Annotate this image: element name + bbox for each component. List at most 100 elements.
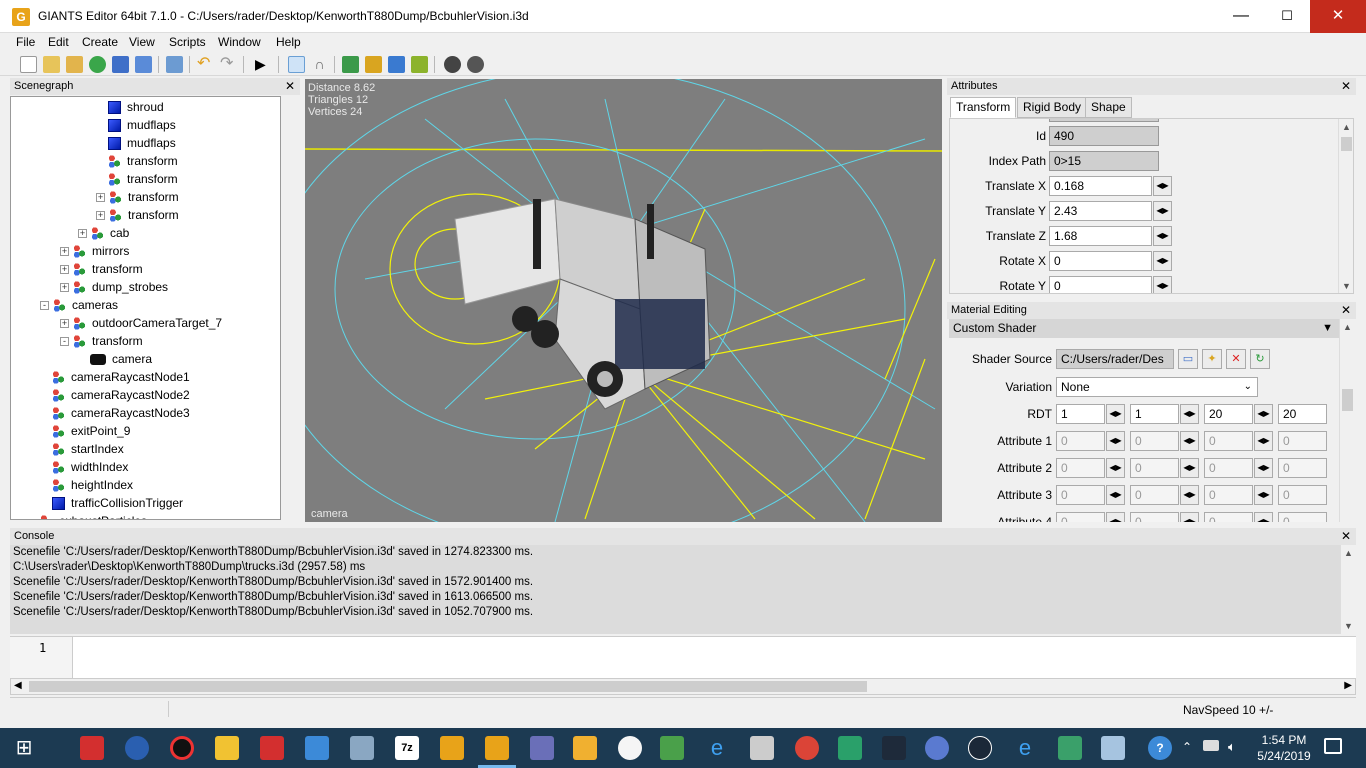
edit-icon[interactable] (66, 56, 83, 73)
itunes-icon[interactable] (618, 736, 642, 760)
plant-icon[interactable] (411, 56, 428, 73)
attributes-scrollbar[interactable]: ▲ ▼ (1338, 119, 1353, 293)
giants-app-icon[interactable] (80, 736, 104, 760)
shader-attribute-spinner-icon[interactable]: ◀▶ (1106, 431, 1125, 451)
shader-attribute-spinner-icon[interactable]: ◀▶ (1180, 431, 1199, 451)
app-icon[interactable] (838, 736, 862, 760)
taskbar-clock[interactable]: 1:54 PM 5/24/2019 (1254, 732, 1314, 764)
tray-chevron-icon[interactable]: ⌃ (1182, 740, 1192, 754)
app-icon[interactable] (125, 736, 149, 760)
giants-active-icon[interactable] (485, 736, 509, 760)
shader-attribute-spinner-icon[interactable]: ◀▶ (1254, 485, 1273, 505)
rotate-x-input[interactable]: 0 (1049, 251, 1152, 271)
shader-attribute-input[interactable]: 0 (1278, 431, 1327, 451)
rotate-y-spinner-icon[interactable]: ◀▶ (1153, 276, 1172, 293)
shader-attribute-input[interactable]: 0 (1130, 458, 1179, 478)
calculator-icon[interactable] (750, 736, 774, 760)
tab-rigid-body[interactable]: Rigid Body (1017, 97, 1088, 118)
tree-item[interactable]: + transform (96, 188, 179, 206)
save-icon[interactable] (112, 56, 129, 73)
tree-item[interactable]: cameraRaycastNode3 (52, 404, 190, 422)
scroll-right-icon[interactable]: ▶ (1344, 680, 1352, 691)
record-icon[interactable] (170, 736, 194, 760)
maximize-button[interactable]: ☐ (1264, 0, 1310, 33)
menu-create[interactable]: Create (82, 35, 118, 49)
menu-view[interactable]: View (129, 35, 155, 49)
media-player-icon[interactable] (573, 736, 597, 760)
rdt-spinner-icon[interactable]: ◀▶ (1180, 404, 1199, 424)
tree-item[interactable]: transform (108, 170, 178, 188)
menu-scripts[interactable]: Scripts (169, 35, 206, 49)
expand-icon[interactable]: + (60, 283, 69, 293)
app-icon[interactable] (530, 736, 554, 760)
app-icon[interactable] (350, 736, 374, 760)
shader-attribute-input[interactable]: 0 (1278, 512, 1327, 522)
shader-attribute-input[interactable]: 0 (1056, 512, 1105, 522)
rdt-spinner-icon[interactable]: ◀▶ (1106, 404, 1125, 424)
tree-item[interactable]: widthIndex (52, 458, 128, 476)
expand-icon[interactable]: + (60, 319, 69, 329)
shader-attribute-input[interactable]: 0 (1130, 512, 1179, 522)
collapse-icon[interactable]: - (40, 301, 49, 311)
tree-item[interactable]: + cab (78, 224, 129, 242)
menu-edit[interactable]: Edit (48, 35, 69, 49)
console-scrollbar[interactable]: ▲ ▼ (1340, 545, 1356, 634)
app-icon[interactable] (1058, 736, 1082, 760)
notification-icon[interactable] (1324, 738, 1342, 754)
refresh-shader-icon[interactable]: ↻ (1250, 349, 1270, 369)
scroll-up-icon[interactable]: ▲ (1341, 548, 1356, 558)
save-as-icon[interactable] (135, 56, 152, 73)
paint-terrain-icon[interactable] (365, 56, 382, 73)
redo-icon[interactable]: ↷ (220, 56, 237, 73)
tree-item[interactable]: camera (90, 350, 152, 368)
shader-attribute-spinner-icon[interactable]: ◀▶ (1106, 458, 1125, 478)
volume-icon[interactable]: 🔈︎ (1228, 739, 1236, 755)
tree-item[interactable]: - cameras (40, 296, 118, 314)
script-editor[interactable]: 1 (10, 636, 1356, 679)
translate-y-spinner-icon[interactable]: ◀▶ (1153, 201, 1172, 221)
console-close-icon[interactable]: ✕ (1341, 528, 1351, 545)
variation-select[interactable]: None ⌄ (1056, 377, 1258, 397)
tree-item[interactable]: heightIndex (52, 476, 133, 494)
tree-item[interactable]: trafficCollisionTrigger (52, 494, 183, 512)
editor-scroll-thumb[interactable] (29, 681, 867, 692)
collapse-icon[interactable]: - (60, 337, 69, 347)
material-scrollbar[interactable]: ▲ (1339, 319, 1355, 522)
material-close-icon[interactable]: ✕ (1341, 302, 1351, 319)
expand-icon[interactable]: + (60, 247, 69, 257)
shader-attribute-spinner-icon[interactable]: ◀▶ (1180, 485, 1199, 505)
shader-attribute-input[interactable]: 0 (1204, 431, 1253, 451)
attributes-close-icon[interactable]: ✕ (1341, 78, 1351, 95)
help-icon[interactable]: ? (1148, 736, 1172, 760)
app-icon[interactable] (925, 736, 949, 760)
scroll-up-icon[interactable]: ▲ (1340, 322, 1355, 332)
shader-attribute-spinner-icon[interactable]: ◀▶ (1106, 512, 1125, 522)
scroll-left-icon[interactable]: ◀ (14, 680, 22, 691)
shader-attribute-input[interactable]: 0 (1056, 458, 1105, 478)
shader-attribute-input[interactable]: 0 (1204, 458, 1253, 478)
shader-attribute-input[interactable]: 0 (1204, 485, 1253, 505)
tree-item[interactable]: mudflaps (108, 116, 176, 134)
open-folder-icon[interactable] (43, 56, 60, 73)
app-icon[interactable] (660, 736, 684, 760)
shader-attribute-input[interactable]: 0 (1204, 512, 1253, 522)
gizmo-icon[interactable] (444, 56, 461, 73)
shader-attribute-input[interactable]: 0 (1278, 485, 1327, 505)
tree-item[interactable]: + transform (96, 206, 179, 224)
tab-shape[interactable]: Shape (1085, 97, 1132, 118)
new-shader-icon[interactable]: ✦ (1202, 349, 1222, 369)
expand-icon[interactable]: + (78, 229, 87, 239)
rdt-input-4[interactable]: 20 (1278, 404, 1327, 424)
shader-attribute-input[interactable]: 0 (1278, 458, 1327, 478)
home-icon[interactable] (288, 56, 305, 73)
remove-shader-icon[interactable]: ✕ (1226, 349, 1246, 369)
magnet-icon[interactable]: ∩ (311, 56, 328, 73)
reload-icon[interactable] (89, 56, 106, 73)
scroll-down-icon[interactable]: ▼ (1341, 621, 1356, 631)
tree-item[interactable]: + dump_strobes (60, 278, 168, 296)
shader-attribute-spinner-icon[interactable]: ◀▶ (1106, 485, 1125, 505)
tree-item[interactable]: + transform (60, 260, 143, 278)
rdt-spinner-icon[interactable]: ◀▶ (1254, 404, 1273, 424)
tree-item[interactable]: shroud (108, 98, 164, 116)
expand-icon[interactable]: + (96, 193, 105, 203)
